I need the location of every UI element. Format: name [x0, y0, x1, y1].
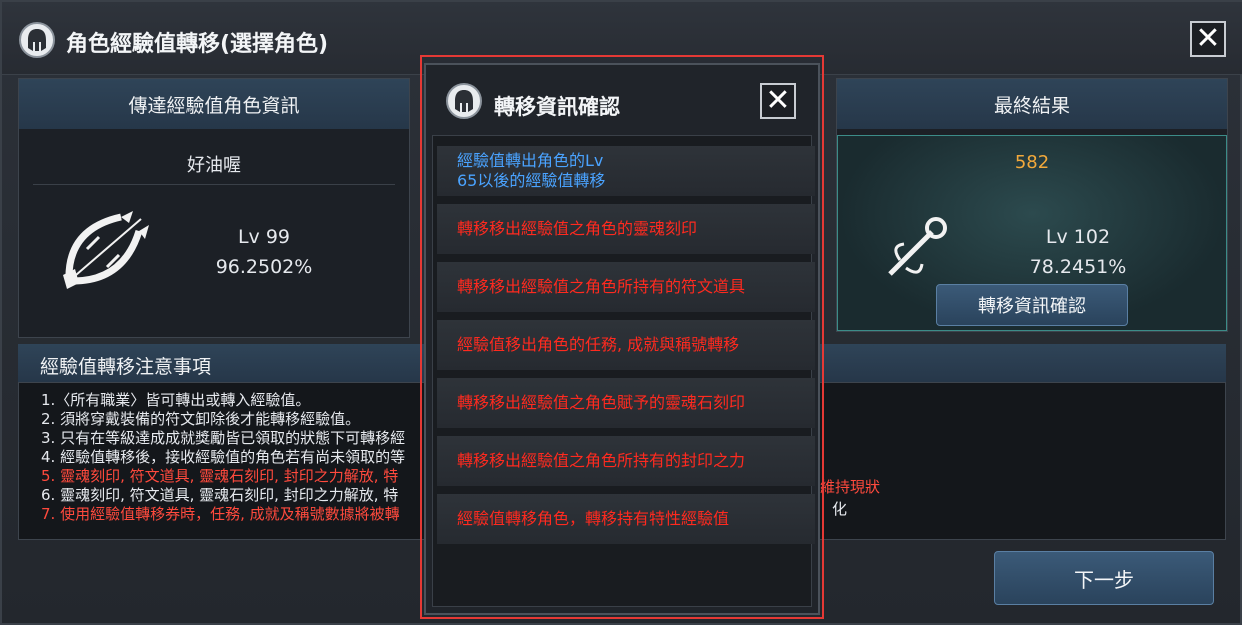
result-panel-header: 最終結果 — [837, 79, 1227, 129]
info-row-3: 轉移移出經驗值之角色所持有的符文道具 — [437, 262, 815, 312]
info-row-5: 轉移移出經驗值之角色賦予的靈魂石刻印 — [437, 378, 815, 428]
info-row-4: 經驗值移出角色的任務, 成就與稱號轉移 — [437, 320, 815, 370]
info-row-2: 轉移移出經驗值之角色的靈魂刻印 — [437, 204, 815, 254]
note-line-5-tail: 維持現狀 — [820, 478, 881, 496]
transfer-info-confirm-button[interactable]: 轉移資訊確認 — [936, 284, 1128, 326]
info-row-1-line2: 65以後的經驗值轉移 — [457, 171, 606, 190]
result-level: Lv 102 — [1045, 226, 1111, 248]
info-row-7: 經驗值轉移角色，轉移持有特性經驗值 — [437, 494, 815, 544]
dialog-close-button[interactable]: ✕ — [760, 83, 796, 119]
transfer-confirm-dialog: 轉移資訊確認 ✕ 經驗值轉出角色的Lv 65以後的經驗值轉移 轉移移出經驗值之角… — [424, 63, 820, 615]
next-step-button[interactable]: 下一步 — [994, 551, 1214, 605]
helmet-icon — [446, 83, 482, 119]
character-name: 好油喔 — [187, 155, 241, 176]
mace-icon — [884, 216, 950, 284]
window-close-button[interactable]: ✕ — [1190, 21, 1226, 57]
info-row-1-line1: 經驗值轉出角色的Lv — [457, 151, 604, 170]
window-title: 角色經驗值轉移(選擇角色) — [66, 32, 329, 57]
info-row-6: 轉移移出經驗值之角色所持有的封印之力 — [437, 436, 815, 486]
sender-panel-header: 傳達經驗值角色資訊 — [19, 79, 409, 129]
result-value: 582 — [1014, 152, 1050, 173]
note-line-6-tail: 化 — [832, 500, 848, 518]
sender-level: Lv 99 — [237, 226, 291, 248]
dialog-body: 經驗值轉出角色的Lv 65以後的經驗值轉移 轉移移出經驗值之角色的靈魂刻印 轉移… — [432, 135, 815, 607]
result-panel: 最終結果 582 Lv 102 78.2451% 轉移資訊確認 — [836, 78, 1228, 332]
close-icon: ✕ — [1195, 21, 1221, 56]
bow-icon — [59, 209, 151, 295]
dialog-title: 轉移資訊確認 — [494, 95, 620, 119]
info-row-1: 經驗值轉出角色的Lv 65以後的經驗值轉移 — [437, 146, 815, 196]
divider — [33, 184, 395, 185]
helmet-icon — [19, 22, 55, 58]
close-icon: ✕ — [765, 83, 791, 118]
sender-info-panel: 傳達經驗值角色資訊 好油喔 Lv 99 96.2502% — [18, 78, 410, 338]
result-display: 582 Lv 102 78.2451% 轉移資訊確認 — [837, 135, 1227, 331]
result-exp-percent: 78.2451% — [1029, 256, 1127, 278]
sender-exp-percent: 96.2502% — [215, 256, 313, 278]
